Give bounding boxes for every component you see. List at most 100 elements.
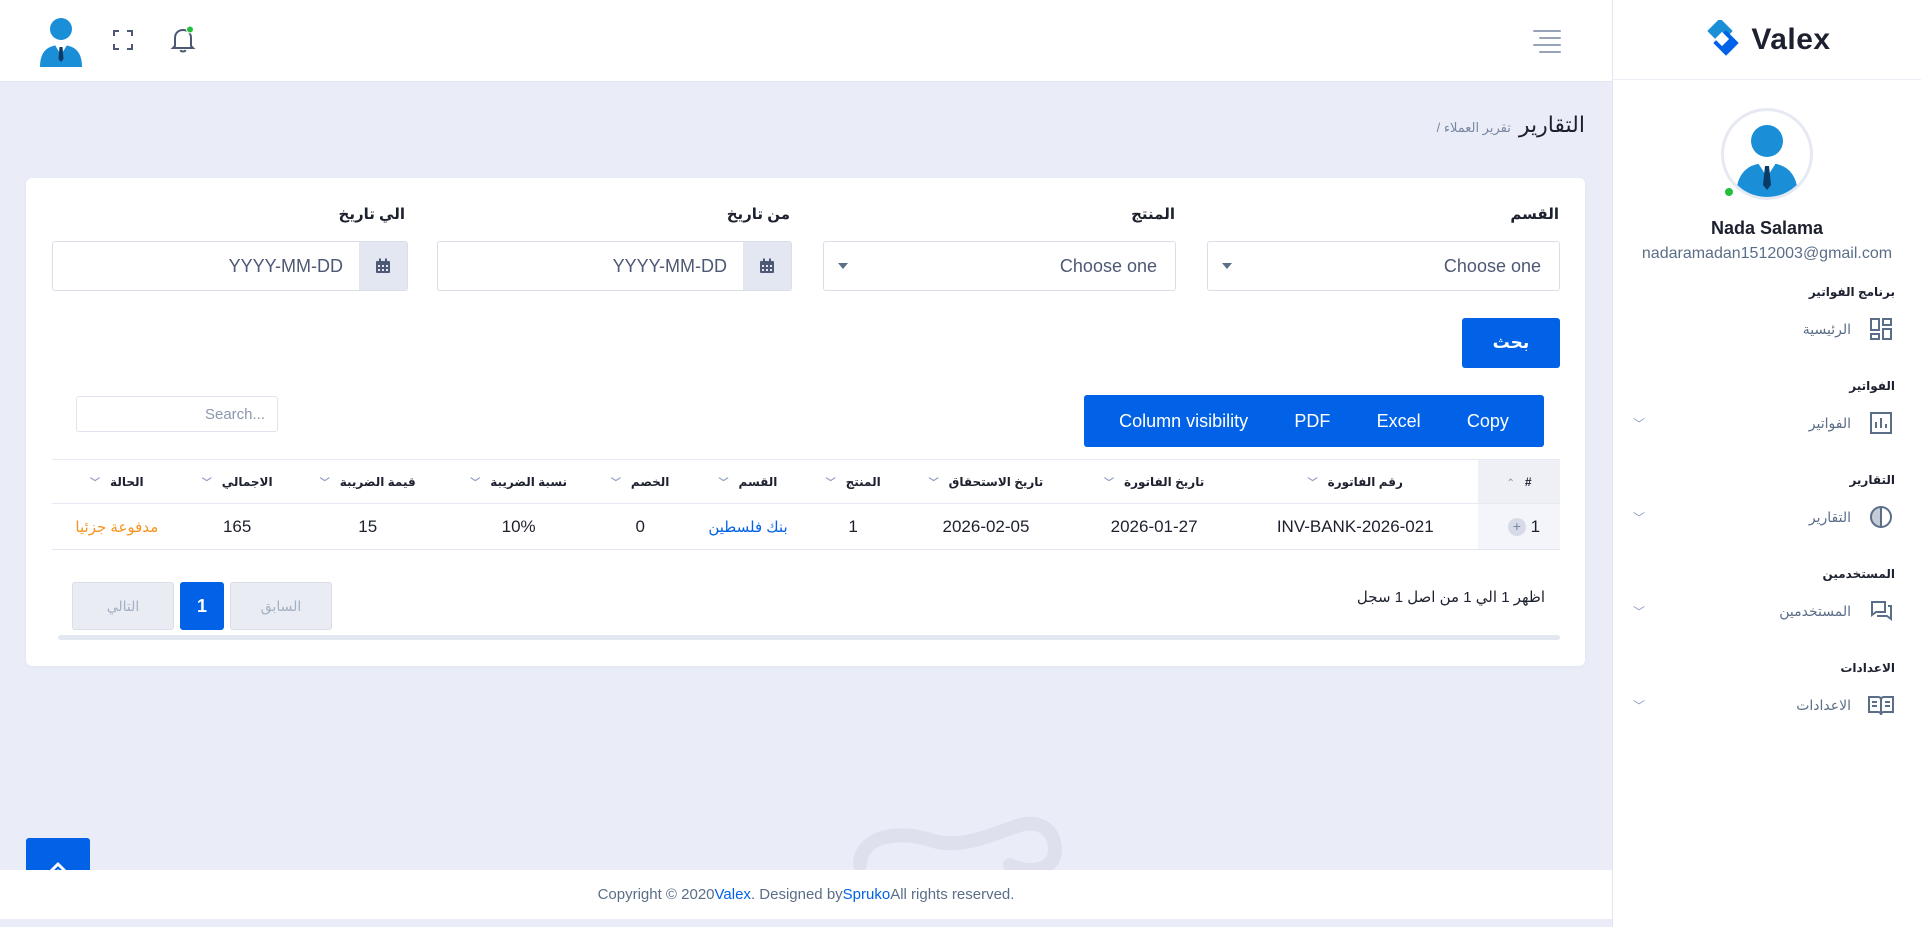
search-button[interactable]: بحث (1462, 318, 1560, 368)
product-select-value: Choose one (1059, 255, 1157, 276)
column-header[interactable]: الخصم﹀ (594, 459, 686, 504)
section-select-value: Choose one (1443, 255, 1541, 276)
tax-value-cell: 15 (292, 503, 443, 550)
column-header[interactable]: المنتج﹀ (810, 459, 897, 504)
table-export-buttons: Column visibility PDF Excel Copy (1084, 395, 1544, 447)
book-icon (1867, 691, 1895, 719)
invoice-date-cell: 2026-01-27 (1075, 503, 1233, 550)
pagination: التالي 1 السابق (72, 582, 332, 630)
to-date-label: الي تاريخ (338, 206, 405, 223)
status-cell: مدفوعة جزئيا (52, 503, 182, 550)
sort-icon: ﹀ (470, 478, 481, 489)
breadcrumb-current: / تقرير العملاء (1436, 120, 1511, 135)
footer-rights: All rights reserved. (890, 886, 1015, 903)
sidebar-item-label: الاعدادات (1796, 696, 1851, 713)
sort-icon: ﹀ (201, 478, 212, 489)
chat-icon (1867, 597, 1895, 625)
brand[interactable]: Valex (1613, 0, 1921, 80)
column-header[interactable]: القسم﹀ (685, 459, 811, 504)
menu-section-title: الفواتير (1849, 379, 1895, 393)
column-header[interactable]: تاريخ الاستحقاق﹀ (896, 459, 1076, 504)
prev-page-button[interactable]: السابق (230, 582, 332, 630)
product-select[interactable]: Choose one (823, 241, 1176, 291)
sort-icon: ﹀ (90, 478, 101, 489)
total-cell: 165 (181, 503, 293, 550)
from-date-field[interactable]: YYYY-MM-DD (438, 242, 743, 290)
expand-row-icon[interactable]: + (1507, 518, 1526, 537)
brand-name: Valex (1751, 22, 1831, 56)
pie-chart-icon (1867, 503, 1895, 531)
fullscreen-icon[interactable] (109, 26, 137, 54)
column-header[interactable]: نسبة الضريبة﹀ (442, 459, 595, 504)
sort-icon: ﹀ (1104, 478, 1115, 489)
sidebar-item-settings[interactable]: الاعدادات ﹀ (1633, 675, 1895, 735)
column-header[interactable]: تاريخ الفاتورة﹀ (1075, 459, 1233, 504)
footer-designed-by: . Designed by (750, 886, 843, 903)
sort-icon: ﹀ (718, 478, 729, 489)
discount-cell: 0 (594, 503, 686, 550)
section-label: القسم (1510, 206, 1559, 223)
chevron-down-icon: ﹀ (1633, 416, 1646, 431)
tax-rate-cell: 10% (442, 503, 595, 550)
top-header (0, 0, 1612, 82)
calendar-icon[interactable] (359, 242, 407, 290)
section-link[interactable]: بنك فلسطين (708, 519, 787, 536)
product-cell: 1 (810, 503, 897, 550)
to-date-input[interactable]: YYYY-MM-DD (52, 241, 408, 291)
caret-down-icon (1222, 263, 1232, 269)
sidebar-item-users[interactable]: المستخدمين ﹀ (1633, 581, 1895, 641)
sidebar-item-reports[interactable]: التقارير ﹀ (1633, 487, 1895, 547)
pdf-button[interactable]: PDF (1294, 411, 1330, 432)
column-visibility-button[interactable]: Column visibility (1119, 411, 1248, 432)
bar-chart-icon (1867, 409, 1895, 437)
row-index-cell: 1 + (1478, 503, 1560, 550)
sidebar-item-home[interactable]: الرئيسية (1633, 299, 1895, 359)
breadcrumb: التقارير / تقرير العملاء (1437, 112, 1585, 138)
sidebar-item-label: المستخدمين (1779, 602, 1851, 619)
report-table: #⌃ رقم الفاتورة﹀ تاريخ الفاتورة﹀ تاريخ ا… (52, 459, 1560, 550)
page-number-button[interactable]: 1 (180, 582, 224, 630)
next-page-button[interactable]: التالي (72, 582, 174, 630)
copy-button[interactable]: Copy (1467, 411, 1509, 432)
table-row[interactable]: 1 + INV-BANK-2026-021 2026-01-27 2026-02… (52, 503, 1560, 550)
column-header[interactable]: الحالة﹀ (52, 459, 182, 504)
column-header[interactable]: رقم الفاتورة﹀ (1232, 459, 1478, 504)
chevron-down-icon: ﹀ (1633, 510, 1646, 525)
notification-bell-icon[interactable] (169, 26, 197, 54)
from-date-label: من تاريخ (726, 206, 790, 223)
column-header[interactable]: قيمة الضريبة﹀ (292, 459, 443, 504)
column-header[interactable]: الاجمالي﹀ (181, 459, 293, 504)
menu-toggle-icon[interactable] (1533, 30, 1561, 53)
sidebar-item-label: التقارير (1808, 508, 1851, 525)
invoice-number-cell: INV-BANK-2026-021 (1232, 503, 1478, 550)
report-card: القسم المنتج من تاريخ الي تاريخ Choose o… (26, 178, 1585, 666)
column-header[interactable]: #⌃ (1478, 459, 1560, 504)
section-cell: بنك فلسطين (685, 503, 811, 550)
from-date-input[interactable]: YYYY-MM-DD (437, 241, 792, 291)
header-avatar[interactable] (38, 15, 84, 67)
sort-icon: ﹀ (928, 478, 939, 489)
footer-designer-link[interactable]: Spruko (843, 886, 891, 903)
table-search-input[interactable]: Search... (76, 396, 278, 432)
product-label: المنتج (1131, 206, 1175, 223)
table-info: اظهر 1 الي 1 من اصل 1 سجل (1356, 589, 1545, 606)
sort-icon: ﹀ (1307, 478, 1318, 489)
sidebar-item-label: الفواتير (1808, 414, 1851, 431)
menu-section-title: المستخدمين (1822, 567, 1895, 581)
sidebar-item-invoices[interactable]: الفواتير ﹀ (1633, 393, 1895, 453)
sort-asc-icon: ⌃ (1506, 477, 1515, 489)
section-select[interactable]: Choose one (1207, 241, 1560, 291)
to-date-field[interactable]: YYYY-MM-DD (53, 242, 359, 290)
user-avatar[interactable] (1721, 108, 1813, 200)
online-status-dot (1723, 186, 1735, 198)
footer-brand-link[interactable]: Valex (715, 886, 751, 903)
calendar-icon[interactable] (743, 242, 791, 290)
due-date-cell: 2026-02-05 (896, 503, 1076, 550)
excel-button[interactable]: Excel (1377, 411, 1421, 432)
horizontal-scrollbar[interactable] (58, 635, 1560, 640)
sort-icon: ﹀ (825, 478, 836, 489)
table-header-row: #⌃ رقم الفاتورة﹀ تاريخ الفاتورة﹀ تاريخ ا… (52, 459, 1560, 504)
menu-section-title: الاعدادات (1840, 661, 1895, 675)
menu-section-title: برنامج الفواتير (1808, 285, 1895, 299)
user-name: Nada Salama (1710, 218, 1824, 238)
